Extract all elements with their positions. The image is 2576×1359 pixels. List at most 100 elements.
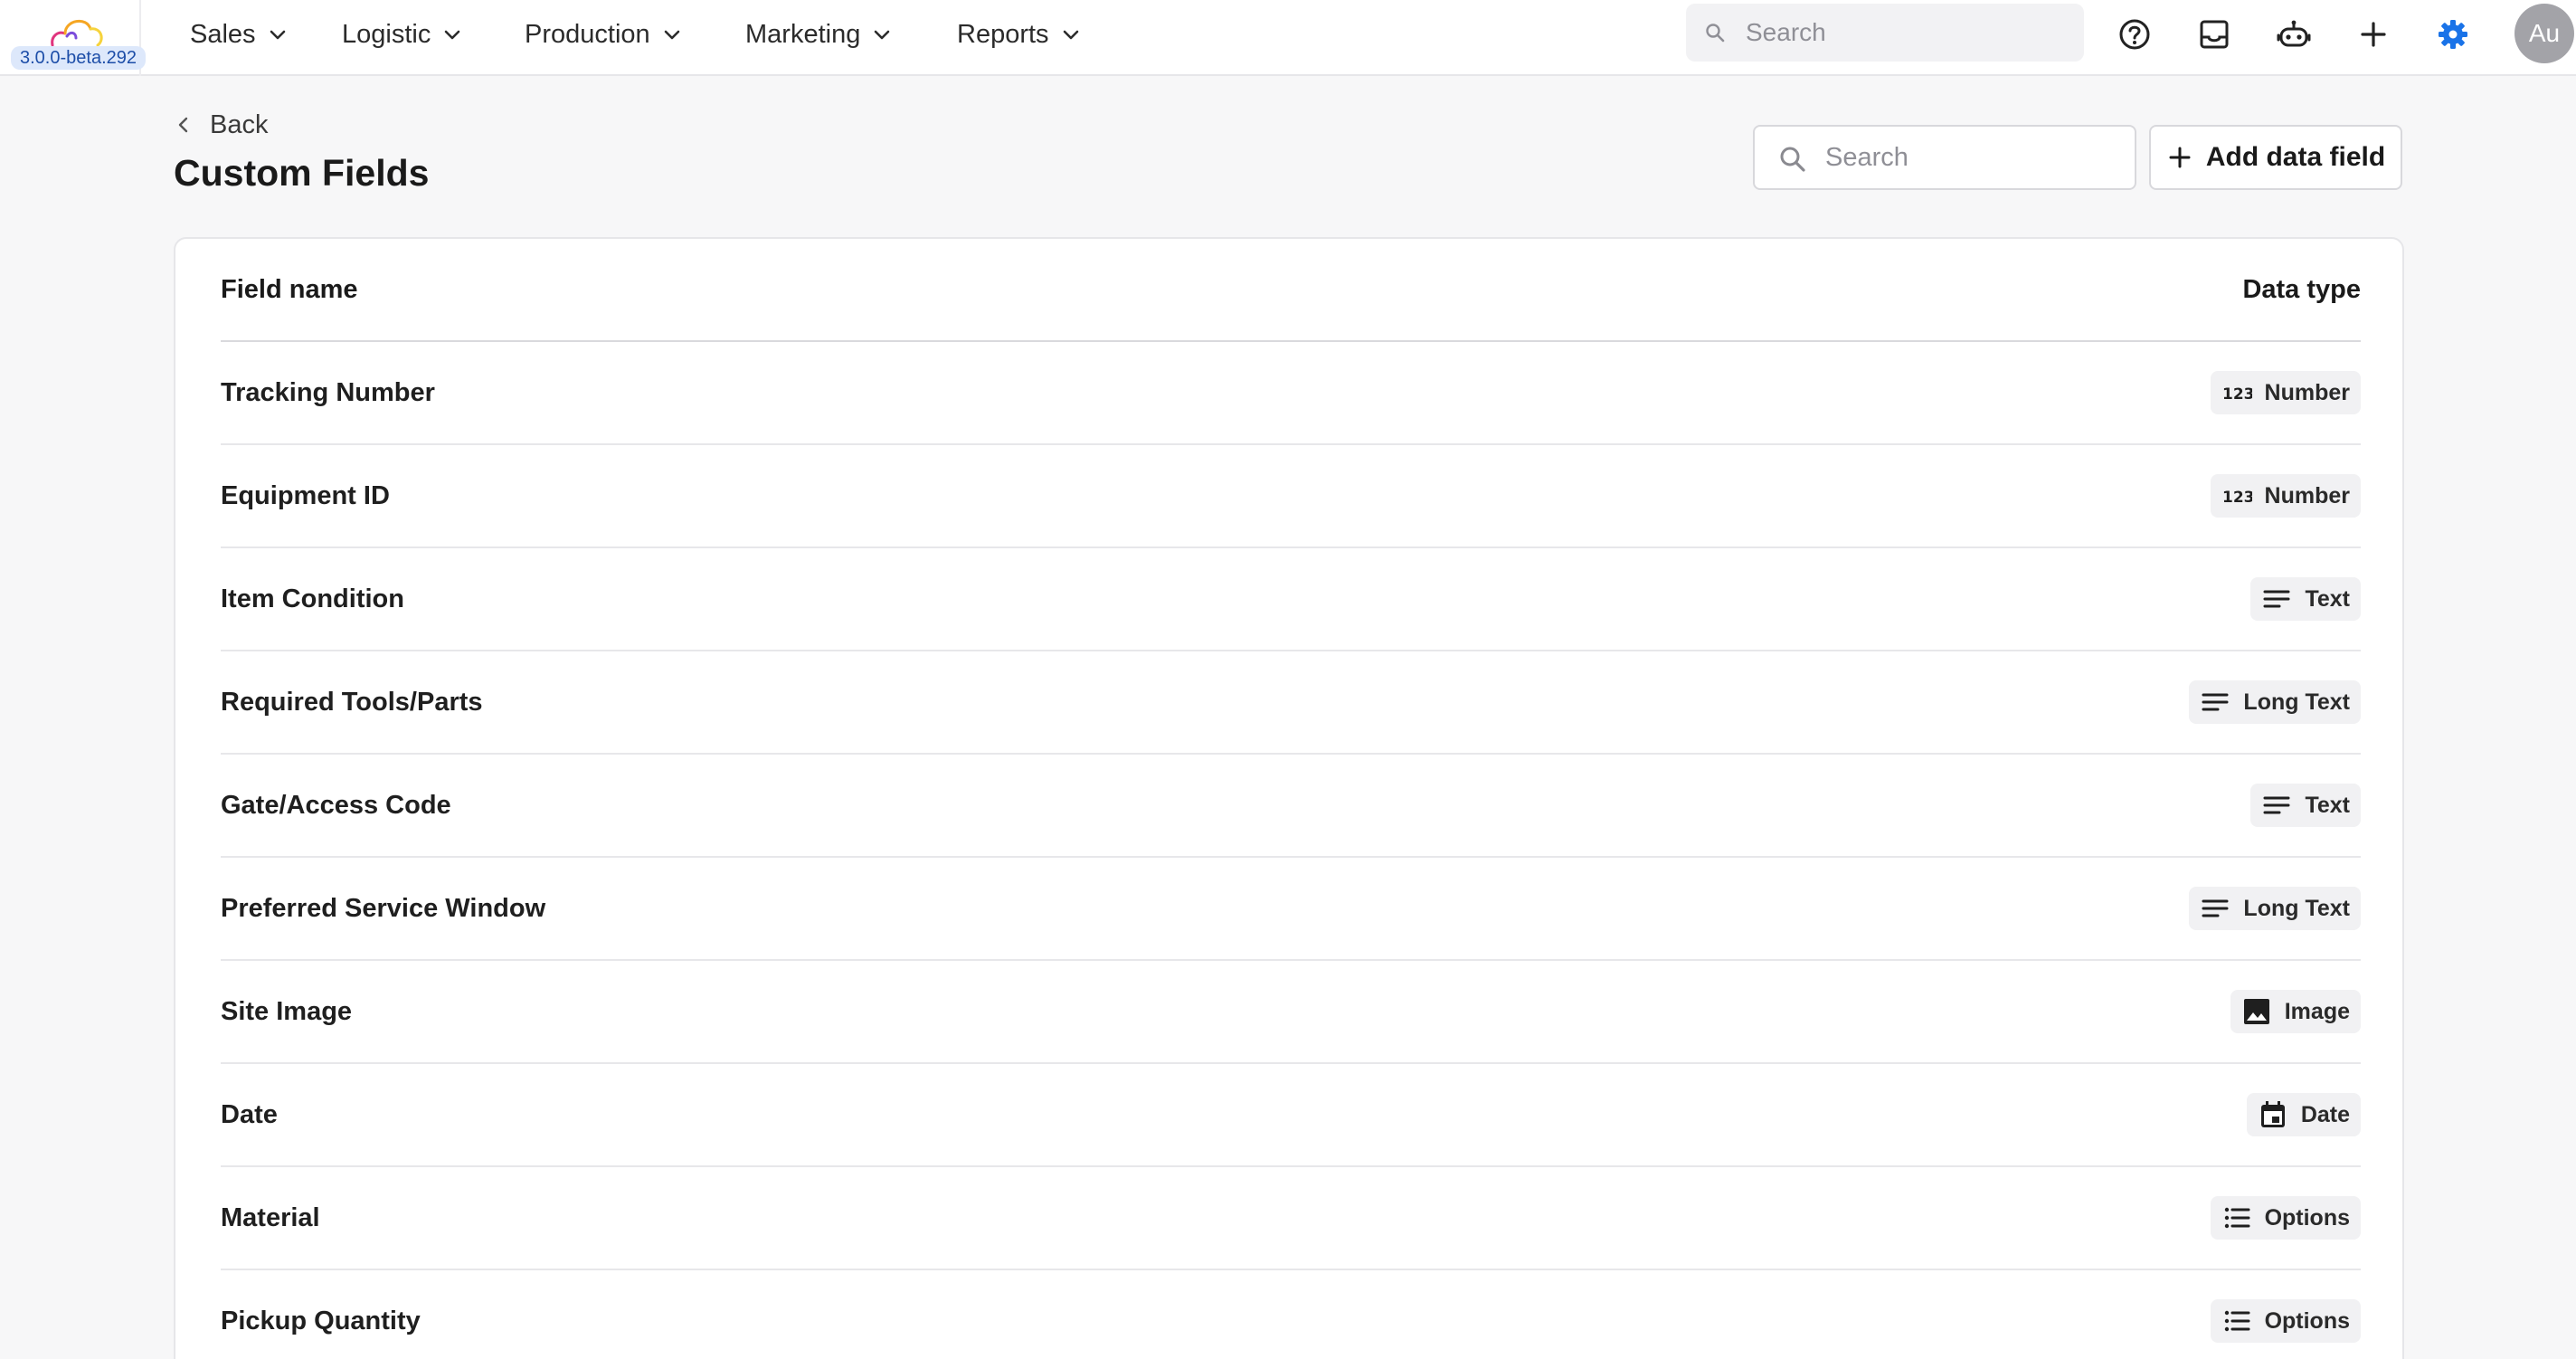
chevron-down-icon: [1063, 30, 1078, 40]
global-search-input[interactable]: [1746, 4, 2071, 62]
nav-reports-label: Reports: [957, 19, 1049, 49]
image-icon: [2241, 996, 2272, 1027]
chevron-down-icon: [875, 30, 890, 40]
svg-text:123: 123: [2222, 385, 2252, 404]
chevron-down-icon: [445, 30, 460, 40]
table-row[interactable]: Date Date: [221, 1064, 2361, 1167]
data-type-label: Date: [2300, 1101, 2350, 1127]
inbox-icon: [2200, 20, 2229, 49]
data-type-label: Options: [2264, 1307, 2350, 1334]
column-header-field-name: Field name: [221, 274, 358, 304]
field-name: Item Condition: [221, 584, 404, 613]
custom-fields-table: Field name Data type Tracking Number 123 N…: [174, 237, 2404, 1359]
field-name: Equipment ID: [221, 480, 390, 510]
number-icon: 123: [2221, 377, 2252, 408]
global-search[interactable]: [1686, 4, 2084, 62]
back-label: Back: [210, 109, 269, 139]
nav-production[interactable]: Production: [525, 13, 683, 56]
data-type-badge: Text: [2250, 577, 2361, 621]
page-title: Custom Fields: [174, 152, 430, 194]
inbox-button[interactable]: [2192, 13, 2236, 56]
list-icon: [2221, 1202, 2252, 1233]
field-name: Gate/Access Code: [221, 790, 451, 820]
data-type-label: Options: [2264, 1204, 2350, 1231]
settings-button[interactable]: [2431, 13, 2475, 56]
text-icon: [2261, 790, 2292, 821]
table-body: Tracking Number 123 Number Equipment ID 123 N…: [221, 342, 2361, 1359]
data-type-badge: 123 Number: [2210, 474, 2361, 518]
field-name: Preferred Service Window: [221, 893, 546, 923]
data-type-label: Number: [2264, 379, 2350, 405]
list-icon: [2221, 1306, 2252, 1336]
cloud-logo-icon: [51, 19, 103, 47]
nav-logistic[interactable]: Logistic: [342, 13, 463, 56]
nav-marketing[interactable]: Marketing: [745, 13, 893, 56]
back-link[interactable]: Back: [174, 107, 268, 143]
data-type-badge: Long Text: [2189, 680, 2361, 724]
nav-sales[interactable]: Sales: [190, 13, 289, 56]
bot-icon: [2277, 20, 2311, 47]
top-navigation-bar: 3.0.0-beta.292 Sales Logistic Production…: [0, 0, 2576, 76]
number-icon: 123: [2221, 480, 2252, 511]
fields-search[interactable]: [1753, 125, 2136, 190]
nav-reports[interactable]: Reports: [957, 13, 1082, 56]
data-type-badge: Options: [2210, 1299, 2361, 1343]
data-type-badge: Image: [2230, 990, 2361, 1033]
field-name: Material: [221, 1202, 320, 1232]
search-icon: [1706, 24, 1725, 43]
long-text-icon: [2200, 687, 2230, 718]
table-row[interactable]: Equipment ID 123 Number: [221, 445, 2361, 548]
fields-search-input[interactable]: [1825, 127, 2124, 188]
table-row[interactable]: Tracking Number 123 Number: [221, 342, 2361, 445]
data-type-badge: Long Text: [2189, 887, 2361, 930]
chevron-down-icon: [270, 30, 285, 40]
calendar-icon: [2258, 1099, 2288, 1130]
column-header-data-type: Data type: [2242, 274, 2361, 304]
data-type-badge: Text: [2250, 784, 2361, 827]
data-type-label: Long Text: [2243, 895, 2350, 921]
long-text-icon: [2200, 893, 2230, 924]
add-data-field-label: Add data field: [2205, 142, 2386, 172]
version-badge: 3.0.0-beta.292: [11, 46, 146, 70]
data-type-label: Image: [2284, 998, 2350, 1024]
data-type-badge: 123 Number: [2210, 371, 2361, 414]
nav-logistic-label: Logistic: [342, 19, 431, 49]
assistant-button[interactable]: [2272, 13, 2316, 56]
svg-text:123: 123: [2222, 489, 2252, 507]
table-header: Field name Data type: [221, 239, 2361, 342]
nav-marketing-label: Marketing: [745, 19, 861, 49]
table-row[interactable]: Preferred Service Window Long Text: [221, 858, 2361, 961]
plus-icon: [2169, 147, 2191, 168]
create-button[interactable]: [2352, 13, 2395, 56]
nav-sales-label: Sales: [190, 19, 256, 49]
field-name: Pickup Quantity: [221, 1306, 421, 1335]
help-icon: [2119, 19, 2150, 50]
data-type-label: Number: [2264, 482, 2350, 508]
field-name: Site Image: [221, 996, 353, 1026]
chevron-down-icon: [664, 30, 679, 40]
data-type-badge: Date: [2246, 1093, 2361, 1136]
data-type-label: Long Text: [2243, 689, 2350, 715]
table-row[interactable]: Material Options: [221, 1167, 2361, 1270]
text-icon: [2261, 584, 2292, 614]
field-name: Tracking Number: [221, 377, 435, 407]
logo-area[interactable]: 3.0.0-beta.292: [0, 0, 146, 76]
data-type-badge: Options: [2210, 1196, 2361, 1240]
table-row[interactable]: Required Tools/Parts Long Text: [221, 651, 2361, 755]
help-button[interactable]: [2113, 13, 2156, 56]
nav-production-label: Production: [525, 19, 650, 49]
field-name: Required Tools/Parts: [221, 687, 483, 717]
data-type-label: Text: [2305, 792, 2350, 818]
table-row[interactable]: Item Condition Text: [221, 548, 2361, 651]
data-type-label: Text: [2305, 585, 2350, 612]
table-row[interactable]: Gate/Access Code Text: [221, 755, 2361, 858]
search-icon: [1780, 147, 1805, 172]
table-row[interactable]: Pickup Quantity Options: [221, 1270, 2361, 1359]
plus-icon: [2361, 22, 2386, 47]
table-row[interactable]: Site Image Image: [221, 961, 2361, 1064]
chevron-left-icon: [178, 117, 188, 133]
user-avatar[interactable]: Au: [2514, 4, 2574, 63]
gear-icon: [2439, 20, 2467, 49]
add-data-field-button[interactable]: Add data field: [2149, 125, 2402, 190]
field-name: Date: [221, 1099, 278, 1129]
